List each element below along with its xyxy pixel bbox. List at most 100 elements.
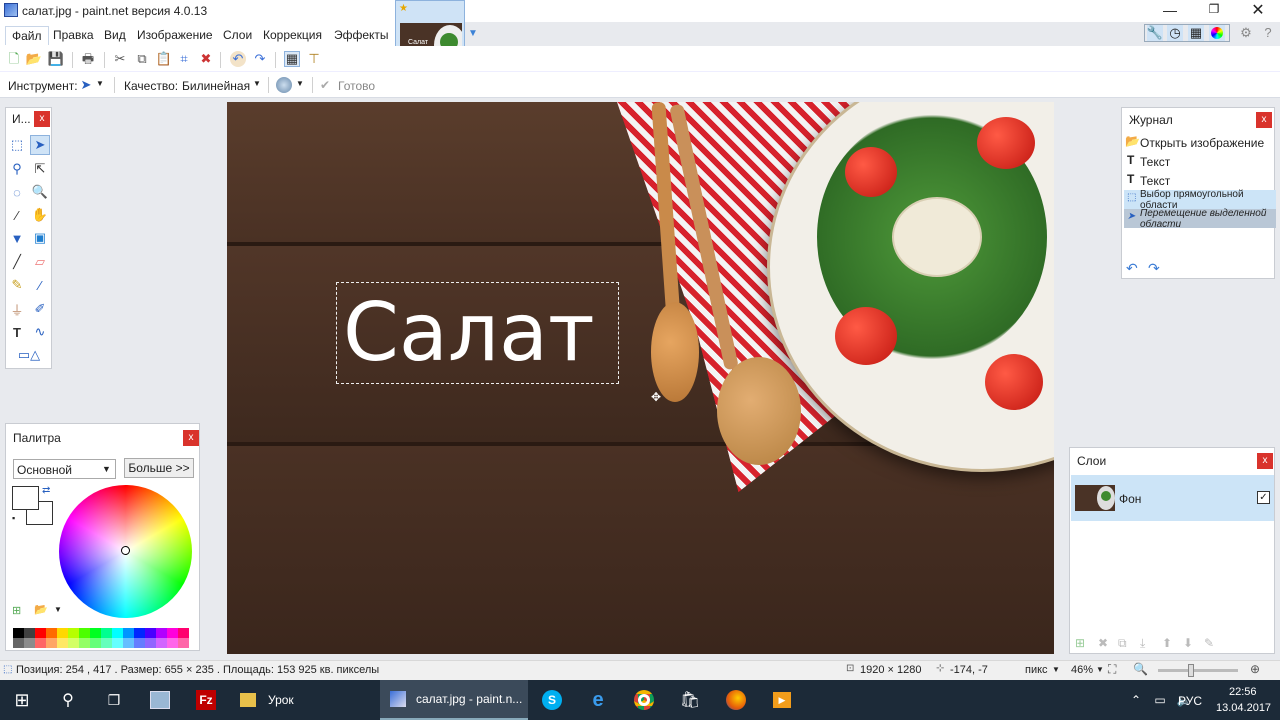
menu-file[interactable]: Файл bbox=[5, 26, 49, 45]
layer-properties-icon[interactable]: ✎ bbox=[1204, 636, 1214, 650]
palette-swatch[interactable] bbox=[13, 638, 24, 648]
unit-dropdown-icon[interactable]: ▼ bbox=[1052, 665, 1060, 674]
notification-icon[interactable]: ▭ bbox=[1148, 680, 1172, 720]
palette-swatch[interactable] bbox=[145, 638, 156, 648]
menu-edit[interactable]: Правка bbox=[53, 28, 94, 42]
zoom-out-icon[interactable]: 🔍 bbox=[1133, 662, 1148, 676]
swap-colors-icon[interactable]: ⇄ bbox=[42, 485, 50, 496]
palette-swatch[interactable] bbox=[68, 638, 79, 648]
history-toggle-icon[interactable]: ◷ bbox=[1167, 25, 1183, 41]
start-button-icon[interactable]: ⊞ bbox=[0, 680, 44, 720]
history-item[interactable]: T Текст bbox=[1124, 171, 1276, 190]
add-layer-icon[interactable]: ⊞ bbox=[1075, 636, 1085, 650]
palette-swatch[interactable] bbox=[68, 628, 79, 638]
active-app-button[interactable]: салат.jpg - paint.n... bbox=[380, 680, 528, 720]
menu-image[interactable]: Изображение bbox=[137, 28, 213, 42]
palette-swatch[interactable] bbox=[123, 628, 134, 638]
reset-colors-icon[interactable]: ▪ bbox=[12, 513, 15, 523]
palette-swatch[interactable] bbox=[90, 638, 101, 648]
lasso-icon[interactable]: ⚲ bbox=[7, 159, 27, 179]
palette-swatch[interactable] bbox=[134, 628, 145, 638]
deselect-icon[interactable]: ✖ bbox=[198, 51, 214, 67]
move-selection-icon[interactable]: ➤ bbox=[78, 77, 94, 93]
history-item[interactable]: T Текст bbox=[1124, 152, 1276, 171]
recolor-icon[interactable]: ✐ bbox=[30, 299, 50, 319]
palette-swatch[interactable] bbox=[57, 628, 68, 638]
keyboard-language[interactable]: РУС bbox=[1178, 694, 1202, 708]
palette-swatch[interactable] bbox=[24, 628, 35, 638]
restore-button[interactable]: ❐ bbox=[1204, 2, 1224, 18]
primary-color-swatch[interactable] bbox=[12, 486, 39, 510]
delete-layer-icon[interactable]: ✖ bbox=[1098, 636, 1108, 650]
tools-close-button[interactable]: x bbox=[34, 111, 50, 127]
palette-swatch[interactable] bbox=[178, 638, 189, 648]
pencil-icon[interactable]: ✎ bbox=[7, 275, 27, 295]
folder-app-button[interactable]: Урок bbox=[230, 680, 378, 720]
line-curve-icon[interactable]: ∿ bbox=[30, 322, 50, 342]
move-layer-up-icon[interactable]: ⬆ bbox=[1162, 636, 1172, 650]
palette-swatch[interactable] bbox=[123, 638, 134, 648]
palette-swatch[interactable] bbox=[145, 628, 156, 638]
open-file-icon[interactable]: 📂 bbox=[26, 51, 42, 67]
calculator-app-icon[interactable] bbox=[138, 680, 182, 720]
zoom-dropdown-icon[interactable]: ▼ bbox=[1096, 665, 1104, 674]
palette-swatch[interactable] bbox=[156, 638, 167, 648]
palette-swatch[interactable] bbox=[112, 628, 123, 638]
quality-select[interactable]: Билинейная bbox=[182, 79, 250, 93]
palette-swatch[interactable] bbox=[112, 638, 123, 648]
magic-wand-icon[interactable]: ⁄ bbox=[7, 205, 27, 225]
palette-folder-icon[interactable]: 📂 bbox=[34, 603, 48, 616]
palette-swatch[interactable] bbox=[46, 638, 57, 648]
tools-toggle-icon[interactable]: 🔧 bbox=[1147, 25, 1163, 41]
tab-dropdown-icon[interactable]: ▼ bbox=[468, 28, 478, 39]
ruler-icon[interactable]: ⊤ bbox=[306, 51, 322, 67]
palette-swatch[interactable] bbox=[167, 638, 178, 648]
zoom-slider-thumb[interactable] bbox=[1188, 664, 1194, 677]
palette-swatch[interactable] bbox=[46, 628, 57, 638]
palette-swatch[interactable] bbox=[13, 628, 24, 638]
color-picker-icon[interactable]: ⁄ bbox=[30, 275, 50, 295]
gradient-icon[interactable]: ▣ bbox=[30, 228, 50, 248]
new-file-icon[interactable]: 🗋 bbox=[6, 51, 22, 67]
edge-app-icon[interactable]: e bbox=[576, 680, 620, 720]
help-icon[interactable]: ? bbox=[1260, 25, 1276, 41]
colors-toggle-icon[interactable] bbox=[1209, 25, 1225, 41]
palette-close-button[interactable]: x bbox=[183, 430, 199, 446]
palette-swatch[interactable] bbox=[90, 628, 101, 638]
duplicate-layer-icon[interactable]: ⧉ bbox=[1118, 636, 1127, 651]
crop-icon[interactable]: ⌗ bbox=[176, 51, 192, 67]
zoom-in-icon[interactable]: ⊕ bbox=[1250, 662, 1260, 676]
move-selection-icon[interactable]: ⇱ bbox=[30, 159, 50, 179]
pan-icon[interactable]: ✋ bbox=[30, 205, 50, 225]
layer-visibility-checkbox[interactable]: ✓ bbox=[1257, 491, 1270, 504]
history-close-button[interactable]: x bbox=[1256, 112, 1272, 128]
zoom-slider[interactable] bbox=[1158, 664, 1238, 677]
video-app-icon[interactable]: ▶ bbox=[760, 680, 804, 720]
eraser-icon[interactable]: ▱ bbox=[30, 252, 50, 272]
firefox-app-icon[interactable] bbox=[714, 680, 758, 720]
close-window-button[interactable]: ✕ bbox=[1248, 0, 1268, 19]
text-tool-icon[interactable]: T bbox=[7, 322, 27, 342]
zoom-icon[interactable]: 🔍 bbox=[30, 182, 50, 202]
zoom-fit-icon[interactable]: ⛶ bbox=[1108, 662, 1116, 677]
image-canvas[interactable]: Салат ✥ bbox=[227, 102, 1054, 654]
tool-dropdown-icon[interactable]: ▼ bbox=[96, 79, 104, 88]
menu-effects[interactable]: Эффекты bbox=[334, 28, 389, 42]
history-item[interactable]: ⬚ Выбор прямоугольной области bbox=[1124, 189, 1276, 211]
ellipse-select-icon[interactable]: ◌ bbox=[7, 182, 27, 202]
palette-swatch[interactable] bbox=[35, 638, 46, 648]
palette-swatch[interactable] bbox=[134, 638, 145, 648]
undo-icon[interactable]: ↶ bbox=[230, 51, 246, 67]
palette-swatch[interactable] bbox=[79, 628, 90, 638]
move-layer-down-icon[interactable]: ⬇ bbox=[1183, 636, 1193, 650]
quality-dropdown-icon[interactable]: ▼ bbox=[253, 79, 261, 88]
palette-swatch[interactable] bbox=[35, 628, 46, 638]
palette-swatch[interactable] bbox=[178, 628, 189, 638]
minimize-button[interactable]: — bbox=[1160, 2, 1180, 18]
shapes-icon[interactable]: ▭△ bbox=[12, 345, 46, 365]
tray-chevron-icon[interactable]: ⌃ bbox=[1124, 680, 1148, 720]
more-button[interactable]: Больше >> bbox=[124, 458, 194, 478]
save-icon[interactable]: 💾 bbox=[48, 51, 64, 67]
menu-view[interactable]: Вид bbox=[104, 28, 126, 42]
merge-layer-icon[interactable]: ⤓ bbox=[1140, 636, 1145, 651]
